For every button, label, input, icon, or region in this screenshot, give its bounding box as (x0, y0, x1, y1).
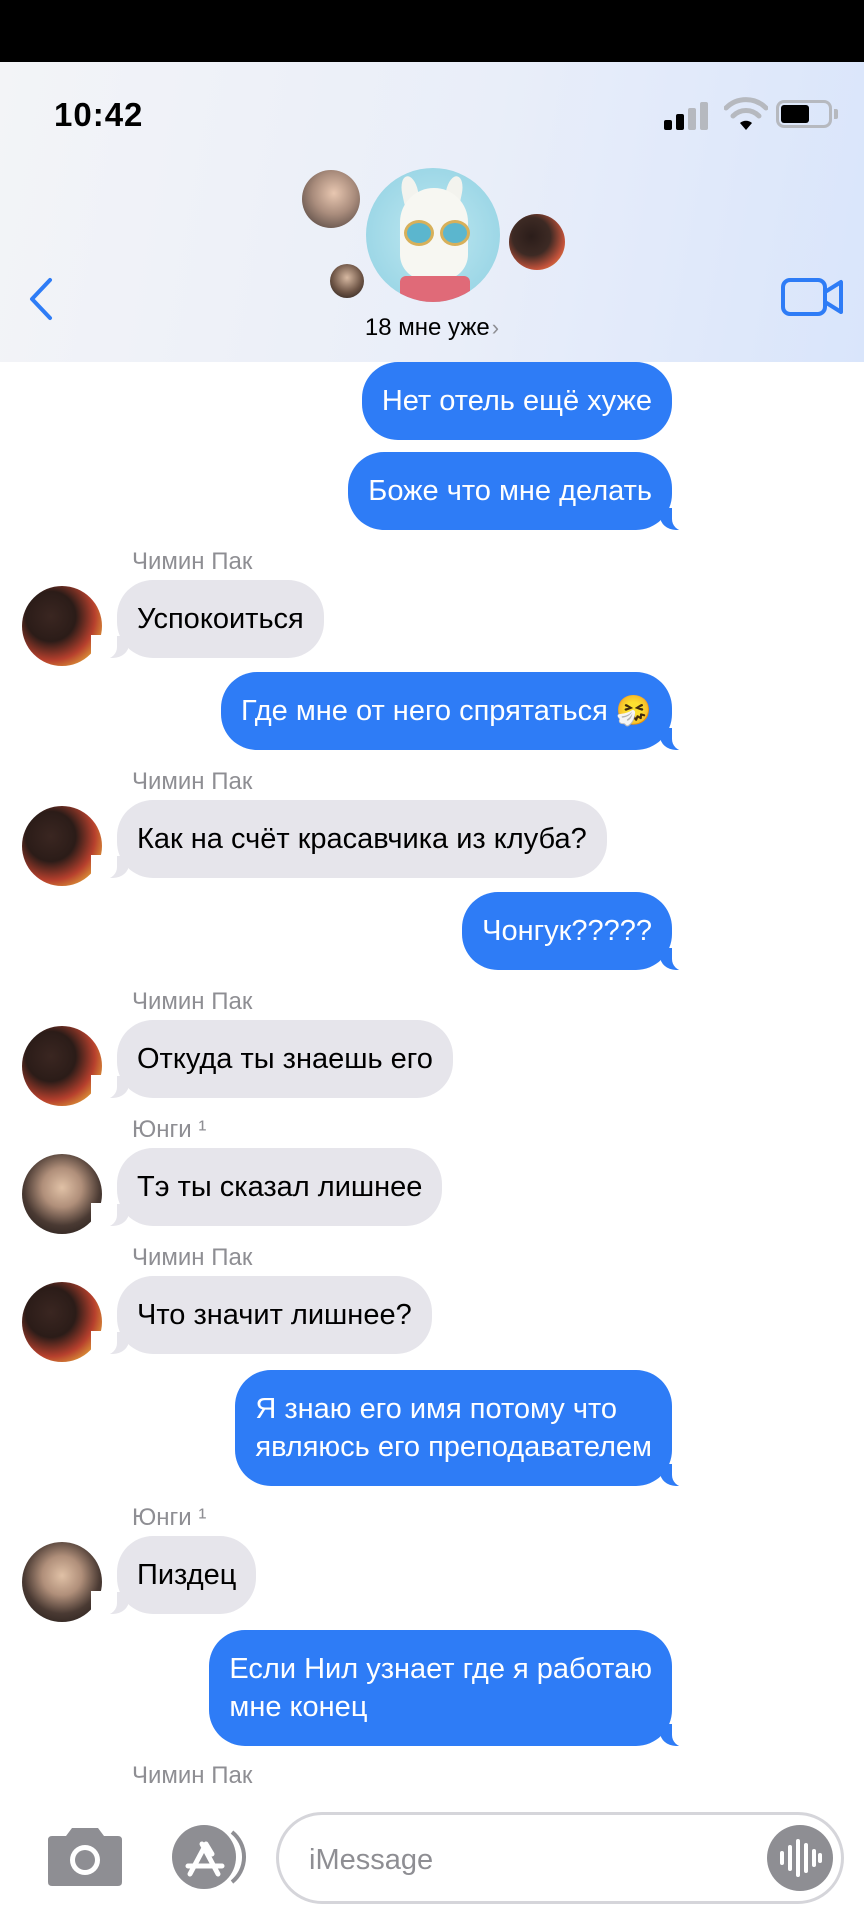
member-avatar[interactable] (302, 170, 360, 228)
sender-name: Юнги ¹ (132, 1116, 207, 1143)
audio-waveform-icon[interactable] (767, 1825, 833, 1891)
sender-avatar[interactable] (22, 1154, 102, 1234)
message-text: Пиздец (137, 1559, 237, 1591)
message-text: Чонгук????? (482, 915, 652, 947)
status-time: 10:42 (54, 96, 144, 133)
sender-name: Чимин Пак (132, 988, 253, 1015)
message-text: Успокоиться (137, 603, 304, 635)
sender-avatar[interactable] (22, 586, 102, 666)
outgoing-message[interactable]: Я знаю его имя потому что являюсь его пр… (235, 1370, 698, 1487)
chevron-right-icon: › (491, 315, 500, 340)
message-text-line: мне конец (229, 1691, 368, 1723)
sender-name: Чимин Пак (132, 768, 253, 795)
sender-avatar[interactable] (22, 1542, 102, 1622)
group-avatar[interactable] (366, 168, 500, 302)
app-store-icon[interactable] (166, 1822, 258, 1892)
incoming-message[interactable]: Успокоиться (91, 580, 324, 659)
incoming-message[interactable]: Откуда ты знаешь его (91, 1020, 453, 1099)
group-name-label: 18 мне уже (364, 314, 490, 341)
member-avatar[interactable] (330, 264, 364, 298)
message-text: Тэ ты сказал лишнее (137, 1171, 423, 1203)
incoming-message[interactable]: Что значит лишнее? (91, 1276, 432, 1355)
message-text: Нет отель ещё хуже (381, 385, 652, 417)
outgoing-message[interactable]: Боже что мне делать (348, 452, 698, 531)
top-black-bar (0, 0, 864, 62)
message-input-container[interactable] (276, 1812, 844, 1904)
message-text: Где мне от него спрятаться 🤧 (240, 695, 652, 727)
sender-avatar[interactable] (22, 1282, 102, 1362)
outgoing-message[interactable]: Где мне от него спрятаться 🤧 (220, 672, 699, 751)
member-avatar[interactable] (509, 214, 565, 270)
message-text: Что значит лишнее? (137, 1299, 412, 1331)
message-text-line: являюсь его преподавателем (255, 1431, 652, 1463)
sender-name: Чимин Пак (132, 548, 253, 575)
outgoing-message[interactable]: Если Нил узнает где я работаю мне конец (209, 1630, 698, 1747)
cellular-signal-icon (664, 100, 714, 130)
message-text-line: Я знаю его имя потому что (255, 1393, 618, 1425)
composer-bar (0, 1800, 864, 1920)
sender-name: Чимин Пак (132, 1762, 253, 1789)
sender-avatar[interactable] (22, 806, 102, 886)
sender-avatar[interactable] (22, 1026, 102, 1106)
group-name[interactable]: 18 мне уже› (0, 314, 864, 342)
battery-icon (776, 100, 838, 128)
outgoing-message[interactable]: Чонгук????? (462, 892, 698, 971)
camera-icon[interactable] (44, 1826, 126, 1888)
wifi-icon (724, 97, 768, 130)
message-text: Откуда ты знаешь его (137, 1043, 433, 1075)
incoming-message[interactable]: Как на счёт красавчика из клуба? (91, 800, 607, 879)
message-text-line: Если Нил узнает где я работаю (229, 1653, 652, 1685)
incoming-message[interactable]: Пиздец (90, 1536, 257, 1615)
sender-name: Чимин Пак (132, 1244, 253, 1271)
message-list[interactable]: Нет отель ещё хуже Боже что мне делать Ч… (0, 362, 864, 1800)
incoming-message[interactable]: Тэ ты сказал лишнее (90, 1148, 443, 1227)
message-text: Как на счёт красавчика из клуба? (137, 823, 587, 855)
message-input[interactable] (309, 1837, 729, 1883)
conversation-header: 10:42 18 мне уже› (0, 62, 864, 362)
outgoing-message[interactable]: Нет отель ещё хуже (361, 362, 672, 440)
sender-name: Юнги ¹ (132, 1504, 207, 1531)
message-text: Боже что мне делать (368, 475, 652, 507)
